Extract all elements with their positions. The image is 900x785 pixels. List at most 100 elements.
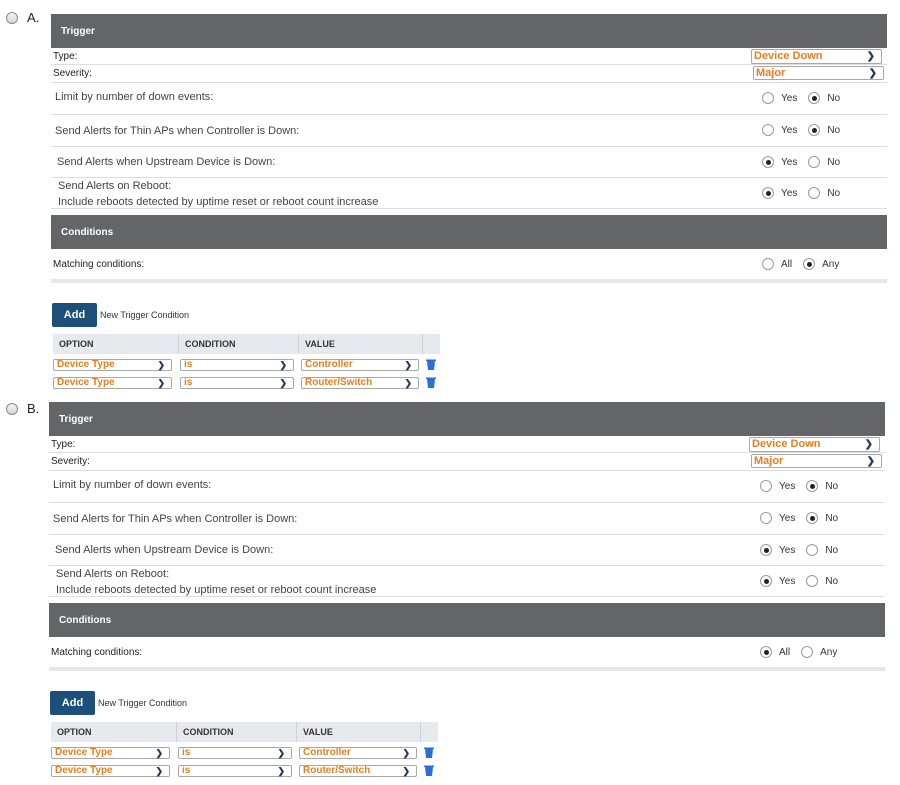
- matching-conditions-label: Matching conditions:: [51, 647, 143, 658]
- yes-label: Yes: [779, 512, 796, 524]
- chevron-down-icon: ❯: [279, 360, 287, 370]
- any-label: Any: [820, 646, 838, 658]
- no-label: No: [827, 124, 841, 136]
- row-divider: [51, 146, 887, 147]
- reboot-alerts-radios: Yes No: [760, 575, 849, 587]
- option-value: Device Type: [57, 359, 115, 370]
- no-label: No: [827, 156, 841, 168]
- no-radio[interactable]: [808, 124, 821, 136]
- yes-label: Yes: [781, 124, 798, 136]
- add-condition-button[interactable]: Add: [50, 691, 95, 715]
- no-radio[interactable]: [808, 156, 821, 168]
- chevron-down-icon: ❯: [277, 748, 285, 758]
- chevron-down-icon: ❯: [404, 378, 412, 388]
- condition-value: is: [184, 377, 193, 388]
- yes-radio[interactable]: [762, 124, 774, 136]
- no-label: No: [827, 92, 841, 104]
- chevron-down-icon: ❯: [864, 439, 873, 450]
- all-radio[interactable]: [762, 258, 774, 270]
- column-option: OPTION: [51, 722, 177, 742]
- option-select[interactable]: Device Type ❯: [53, 359, 172, 371]
- condition-select[interactable]: is ❯: [180, 359, 294, 371]
- yes-radio[interactable]: [760, 480, 772, 492]
- chevron-down-icon: ❯: [868, 68, 877, 79]
- chevron-down-icon: ❯: [404, 360, 412, 370]
- chevron-down-icon: ❯: [279, 378, 287, 388]
- severity-select[interactable]: Major ❯: [751, 454, 882, 468]
- value-select[interactable]: Controller ❯: [301, 359, 419, 371]
- row-divider: [49, 565, 885, 566]
- option-value: Device Type: [55, 765, 113, 776]
- row-divider: [51, 82, 887, 83]
- row-divider: [51, 114, 887, 115]
- chevron-down-icon: ❯: [866, 456, 875, 467]
- severity-select[interactable]: Major ❯: [753, 66, 884, 80]
- type-select-value: Device Down: [754, 50, 823, 62]
- type-label: Type:: [51, 439, 76, 450]
- trash-icon[interactable]: [424, 765, 434, 777]
- yes-radio[interactable]: [760, 544, 772, 556]
- choice-b-panel: Trigger Type: Device Down ❯ Severity: Ma…: [0, 388, 900, 778]
- column-value: VALUE: [297, 722, 421, 742]
- conditions-table-header: OPTION CONDITION VALUE: [51, 722, 438, 742]
- any-radio[interactable]: [803, 258, 816, 270]
- no-radio[interactable]: [808, 187, 821, 199]
- trash-icon[interactable]: [424, 747, 434, 759]
- chevron-down-icon: ❯: [402, 766, 410, 776]
- value-select[interactable]: Controller ❯: [299, 747, 417, 759]
- row-divider: [51, 177, 887, 178]
- conditions-table-header: OPTION CONDITION VALUE: [53, 334, 440, 354]
- chevron-down-icon: ❯: [157, 360, 165, 370]
- option-select[interactable]: Device Type ❯: [51, 765, 170, 777]
- yes-label: Yes: [779, 575, 796, 587]
- value-select[interactable]: Router/Switch ❯: [299, 765, 417, 777]
- column-condition: CONDITION: [179, 334, 299, 354]
- conditions-divider: [51, 279, 887, 283]
- column-condition: CONDITION: [177, 722, 297, 742]
- no-radio[interactable]: [806, 512, 819, 524]
- trash-icon[interactable]: [426, 359, 436, 371]
- thin-ap-alerts-label: Send Alerts for Thin APs when Controller…: [53, 513, 298, 525]
- add-condition-note: New Trigger Condition: [98, 698, 188, 708]
- row-divider: [49, 596, 885, 597]
- chevron-down-icon: ❯: [155, 766, 163, 776]
- option-value: Device Type: [57, 377, 115, 388]
- limit-down-events-label: Limit by number of down events:: [55, 91, 214, 103]
- no-label: No: [825, 512, 839, 524]
- row-divider: [51, 208, 887, 209]
- severity-select-value: Major: [756, 67, 786, 79]
- yes-radio[interactable]: [760, 575, 772, 587]
- limit-down-events-radios: Yes No: [762, 92, 851, 104]
- option-select[interactable]: Device Type ❯: [51, 747, 170, 759]
- condition-select[interactable]: is ❯: [178, 765, 292, 777]
- any-label: Any: [822, 258, 840, 270]
- type-select[interactable]: Device Down ❯: [749, 437, 880, 452]
- trigger-header: Trigger: [51, 14, 887, 48]
- option-value: Device Type: [55, 747, 113, 758]
- value-value: Router/Switch: [305, 377, 373, 388]
- add-condition-button[interactable]: Add: [52, 303, 97, 327]
- yes-radio[interactable]: [762, 156, 774, 168]
- no-radio[interactable]: [806, 480, 819, 492]
- type-select[interactable]: Device Down ❯: [751, 49, 882, 64]
- no-radio[interactable]: [808, 92, 821, 104]
- conditions-header: Conditions: [51, 215, 887, 249]
- any-radio[interactable]: [801, 646, 814, 658]
- no-label: No: [825, 544, 839, 556]
- condition-select[interactable]: is ❯: [178, 747, 292, 759]
- upstream-alerts-radios: Yes No: [760, 544, 849, 556]
- yes-radio[interactable]: [760, 512, 772, 524]
- choice-a-panel: Trigger Type: Device Down ❯ Severity: Ma…: [0, 0, 900, 390]
- matching-conditions-radios: All Any: [762, 258, 850, 270]
- row-divider: [49, 502, 885, 503]
- no-radio[interactable]: [806, 575, 819, 587]
- no-radio[interactable]: [806, 544, 819, 556]
- yes-radio[interactable]: [762, 187, 774, 199]
- severity-select-value: Major: [754, 455, 784, 467]
- row-divider: [51, 64, 887, 65]
- yes-radio[interactable]: [762, 92, 774, 104]
- column-option: OPTION: [53, 334, 179, 354]
- all-radio[interactable]: [760, 646, 772, 658]
- chevron-down-icon: ❯: [157, 378, 165, 388]
- chevron-down-icon: ❯: [277, 766, 285, 776]
